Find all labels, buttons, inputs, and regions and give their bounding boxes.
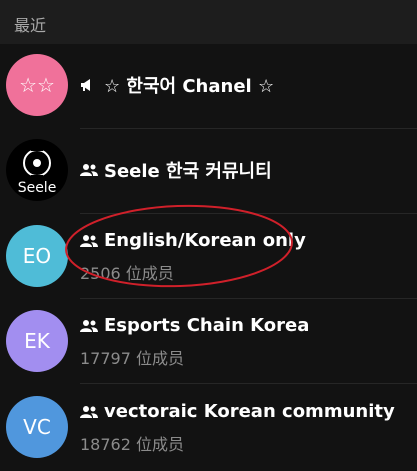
avatar-initials: EO bbox=[22, 244, 52, 268]
avatar: VC bbox=[6, 396, 68, 458]
chat-title: Seele 한국 커뮤니티 bbox=[104, 161, 272, 182]
avatar: Seele bbox=[6, 139, 68, 201]
seele-logo-icon bbox=[23, 146, 51, 179]
avatar-initials: VC bbox=[23, 415, 51, 439]
member-count: 17797 位成员 bbox=[80, 349, 184, 368]
chat-item-korean-chanel[interactable]: ☆☆ ☆ 한국어 Chanel ☆ bbox=[0, 44, 417, 129]
chat-title: vectoraic Korean community bbox=[104, 401, 395, 422]
avatar: EO bbox=[6, 225, 68, 287]
section-header: 最近 bbox=[0, 0, 417, 44]
member-count: 2506 位成员 bbox=[80, 264, 174, 283]
chat-item-vectoraic-korean-community[interactable]: VC vectoraic Korean community 18762 位成员 bbox=[0, 384, 417, 469]
megaphone-icon bbox=[80, 78, 98, 92]
avatar-initials: ☆☆ bbox=[19, 73, 55, 97]
chat-title-row: Seele 한국 커뮤니티 bbox=[80, 157, 272, 183]
chat-title-row: Esports Chain Korea bbox=[80, 315, 309, 336]
group-icon bbox=[80, 319, 98, 333]
chat-title-row: vectoraic Korean community bbox=[80, 401, 395, 422]
chat-item-esports-chain-korea[interactable]: EK Esports Chain Korea 17797 位成员 bbox=[0, 299, 417, 384]
group-icon bbox=[80, 163, 98, 177]
group-icon bbox=[80, 234, 98, 248]
group-icon bbox=[80, 405, 98, 419]
avatar: EK bbox=[6, 310, 68, 372]
avatar-initials: EK bbox=[24, 329, 50, 353]
avatar-logo-text: Seele bbox=[17, 179, 57, 196]
avatar: ☆☆ bbox=[6, 54, 68, 116]
chat-title-row: ☆ 한국어 Chanel ☆ bbox=[80, 72, 274, 98]
chat-title: Esports Chain Korea bbox=[104, 315, 310, 336]
chat-title-row: English/Korean only bbox=[80, 230, 306, 251]
chat-title: ☆ 한국어 Chanel ☆ bbox=[104, 76, 275, 97]
chat-item-seele-korea[interactable]: Seele Seele 한국 커뮤니티 bbox=[0, 129, 417, 214]
member-count: 18762 位成员 bbox=[80, 435, 184, 454]
chat-title: English/Korean only bbox=[104, 230, 306, 251]
chat-item-english-korean-only[interactable]: EO English/Korean only 2506 位成员 bbox=[0, 214, 417, 299]
section-title: 最近 bbox=[14, 16, 47, 35]
